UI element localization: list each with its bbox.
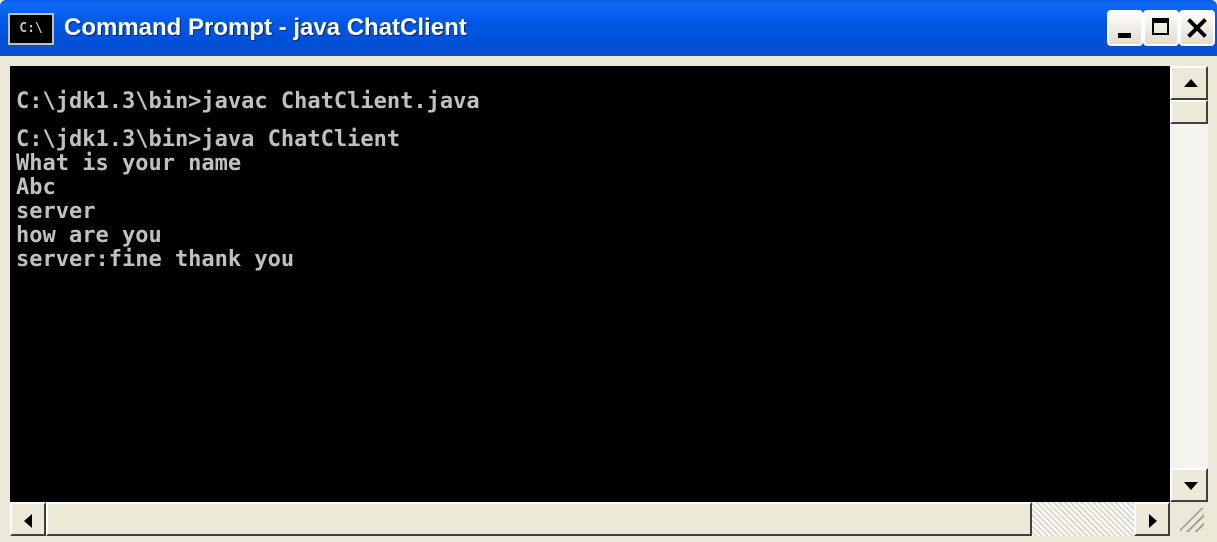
console-icon[interactable]: C:\ xyxy=(8,13,54,45)
scroll-right-button[interactable] xyxy=(1134,502,1170,536)
title-bar[interactable]: C:\ Command Prompt - java ChatClient xyxy=(0,0,1217,56)
horizontal-scrollbar[interactable] xyxy=(10,502,1170,536)
close-icon xyxy=(1187,18,1207,38)
console-output[interactable]: C:\jdk1.3\bin>javac ChatClient.java C:\j… xyxy=(10,66,1170,502)
resize-grip[interactable] xyxy=(1170,502,1208,536)
scroll-left-button[interactable] xyxy=(10,502,46,536)
command-prompt-window: C:\ Command Prompt - java ChatClient C:\… xyxy=(0,0,1217,542)
horizontal-scroll-track[interactable] xyxy=(1032,502,1134,536)
close-button[interactable] xyxy=(1179,10,1215,46)
arrow-left-icon xyxy=(24,514,32,528)
console-line: server xyxy=(16,199,96,224)
console-lines: C:\jdk1.3\bin>javac ChatClient.java C:\j… xyxy=(16,90,480,272)
console-line: C:\jdk1.3\bin>java ChatClient xyxy=(16,127,401,152)
vertical-scrollbar[interactable] xyxy=(1170,66,1208,502)
console-line: What is your name xyxy=(16,151,242,176)
arrow-up-icon xyxy=(1184,79,1198,87)
horizontal-scroll-thumb[interactable] xyxy=(46,502,1032,536)
minimize-button[interactable] xyxy=(1107,10,1143,46)
maximize-button[interactable] xyxy=(1143,10,1179,46)
console-line: how are you xyxy=(16,223,162,248)
size-grip-icon xyxy=(1180,508,1204,532)
scroll-up-button[interactable] xyxy=(1170,66,1208,100)
console-line: server:fine thank you xyxy=(16,247,295,272)
vertical-scroll-thumb[interactable] xyxy=(1170,100,1208,124)
console-line: Abc xyxy=(16,175,56,200)
arrow-right-icon xyxy=(1149,514,1157,528)
scroll-down-button[interactable] xyxy=(1170,468,1208,502)
console-line: C:\jdk1.3\bin>javac ChatClient.java xyxy=(16,89,480,114)
window-title: Command Prompt - java ChatClient xyxy=(64,14,467,41)
arrow-down-icon xyxy=(1184,482,1198,490)
